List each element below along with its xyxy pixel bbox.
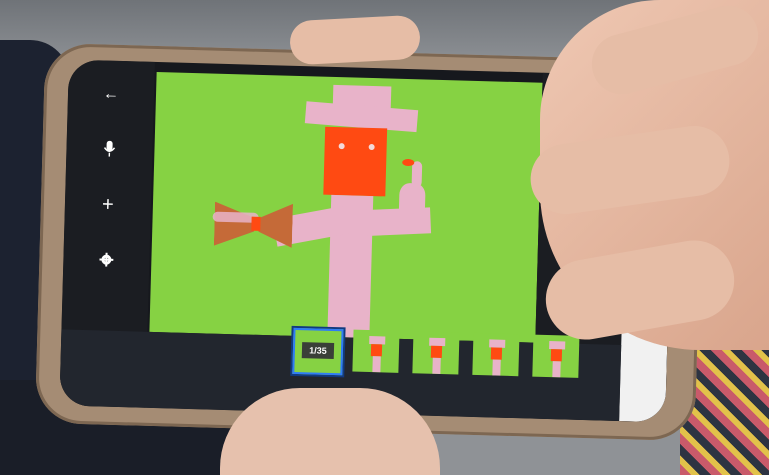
frame-thumbnail-3[interactable] bbox=[412, 331, 460, 375]
bow-right bbox=[258, 203, 293, 248]
animation-canvas[interactable] bbox=[149, 71, 543, 343]
microphone-icon-glyph bbox=[103, 140, 116, 157]
thumb-body bbox=[432, 357, 441, 375]
right-eye bbox=[368, 143, 375, 151]
back-arrow-icon[interactable]: ← bbox=[101, 85, 121, 103]
thumb-head bbox=[550, 349, 563, 362]
frame-counter: 1/35 bbox=[301, 342, 335, 360]
add-icon[interactable]: + bbox=[98, 194, 118, 216]
gear-icon[interactable] bbox=[96, 252, 116, 271]
thumb-head bbox=[490, 347, 503, 360]
frame-thumbnail-5[interactable] bbox=[532, 334, 580, 378]
frame-thumbnail-1[interactable]: 1/35 bbox=[292, 327, 344, 376]
thumb-body bbox=[492, 359, 501, 376]
thumb-body bbox=[552, 361, 561, 378]
head bbox=[323, 126, 388, 197]
bird-neck bbox=[411, 161, 423, 188]
frame-thumbnail-2[interactable] bbox=[352, 329, 400, 373]
gear-icon-glyph bbox=[99, 252, 114, 267]
bird-body bbox=[398, 182, 426, 214]
thumb-head bbox=[370, 344, 383, 357]
thumb-head bbox=[430, 345, 443, 359]
thumb-body bbox=[372, 356, 381, 373]
microphone-icon[interactable] bbox=[99, 140, 120, 161]
bow-knot bbox=[251, 216, 261, 231]
frame-thumbnail-4[interactable] bbox=[472, 332, 520, 377]
left-fingertips bbox=[288, 14, 422, 66]
bird-beak bbox=[402, 158, 415, 167]
bow-left bbox=[214, 202, 255, 247]
